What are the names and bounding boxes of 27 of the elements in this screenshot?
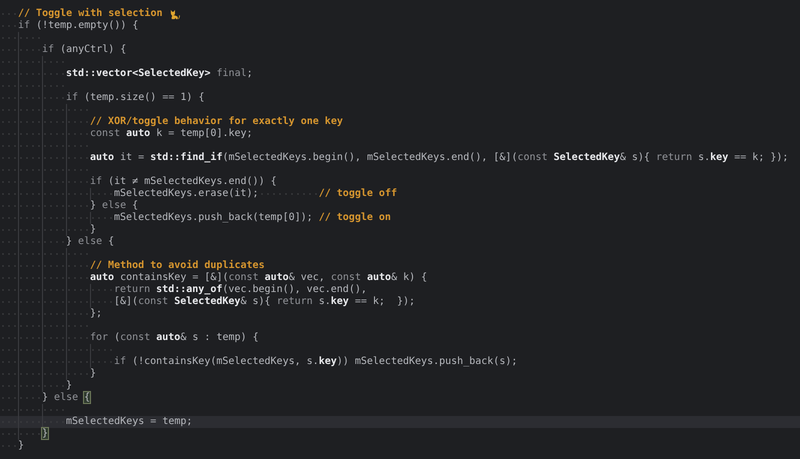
code-line: if (!containsKey(mSelectedKeys, s.key)) mSelectedKeys.push_back(s); (114, 356, 518, 368)
code-line: auto containsKey = [&](const auto& vec, const auto& k) { (90, 272, 428, 284)
cat-icon (168, 8, 180, 20)
code-line: // Method to avoid duplicates (90, 260, 265, 272)
code-line: } (18, 440, 24, 452)
code-line: }; (90, 308, 102, 320)
code-line: return std::any_of(vec.begin(), vec.end(), (114, 284, 367, 296)
code-line: } (66, 380, 72, 392)
code-line: mSelectedKeys.erase(it); // toggle off (114, 188, 397, 200)
code-line: if (anyCtrl) { (42, 44, 126, 56)
code-line: std::vector<SelectedKey> final; (66, 68, 253, 80)
code-line: } else { (90, 200, 138, 212)
code-line: mSelectedKeys.push_back(temp[0]); // toggle on (114, 212, 391, 224)
code-line: auto it = std::find_if(mSelectedKeys.begin(), mSelectedKeys.end(), [&](const SelectedKey& s){ return s.key == k; }); (90, 152, 788, 164)
code-line: // Toggle with selection (18, 8, 162, 20)
code-line: } else { (42, 392, 90, 404)
code-line: [&](const SelectedKey& s){ return s.key == k; }); (114, 296, 416, 308)
code-line: if (it ≠ mSelectedKeys.end()) { (90, 176, 277, 188)
code-line: } (90, 224, 96, 236)
code-line: } else { (66, 236, 114, 248)
code-line: if (temp.size() == 1) { (66, 92, 204, 104)
code-line: // XOR/toggle behavior for exactly one key (90, 116, 343, 128)
code-line: if (!temp.empty()) { (18, 20, 138, 32)
code-line: } (90, 368, 96, 380)
code-line: const auto k = temp[0].key; (90, 128, 253, 140)
code-line: for (const auto& s : temp) { (90, 332, 259, 344)
code-line: mSelectedKeys = temp; (66, 416, 192, 428)
